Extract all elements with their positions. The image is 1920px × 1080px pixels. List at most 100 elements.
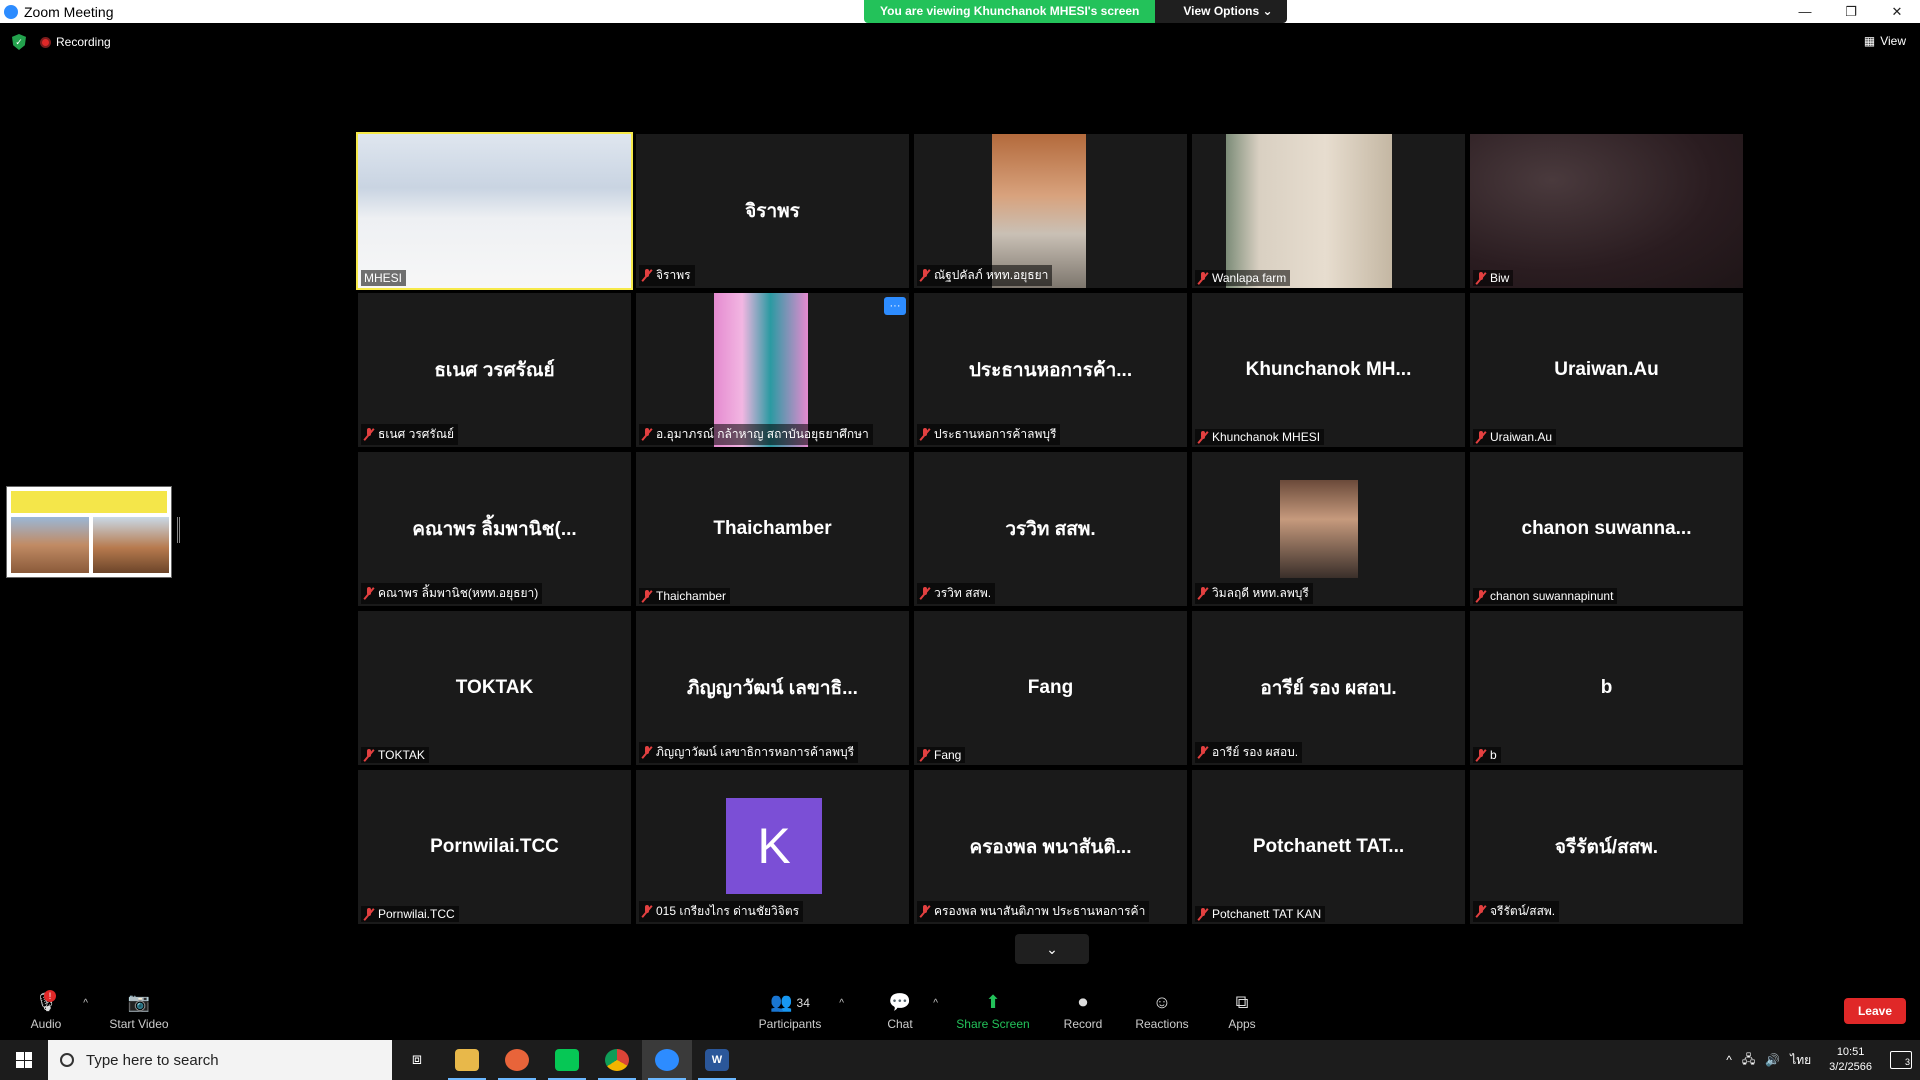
participant-name-label: Wanlapa farm: [1195, 270, 1291, 286]
participant-name: อารีย์ รอง ผสอบ.: [1212, 745, 1299, 759]
next-page-button[interactable]: ⌄: [1015, 934, 1089, 964]
chat-button[interactable]: 💬 Chat ^: [880, 982, 938, 1040]
taskbar-line[interactable]: [542, 1040, 592, 1080]
window-title: Zoom Meeting: [24, 3, 114, 20]
meeting-toolbar: 🎙 ! Audio ^ 📷 Start Video 👥 34 Participan…: [0, 982, 1920, 1040]
restore-icon[interactable]: ❐: [1828, 0, 1874, 23]
meeting-status: ✓ Recording: [12, 34, 111, 50]
record-label: Record: [1063, 1016, 1103, 1031]
view-options-button[interactable]: View Options ⌄: [1155, 0, 1287, 23]
participant-name: ณัฐปคัลภ์ หทท.อยุธยา: [934, 268, 1049, 282]
participant-tile[interactable]: Khunchanok MH... Khunchanok MHESI: [1192, 293, 1465, 447]
audio-caret-icon[interactable]: ^: [83, 998, 88, 1009]
start-video-button[interactable]: 📷 Start Video: [104, 982, 174, 1040]
muted-mic-icon: [364, 428, 374, 441]
participant-tile[interactable]: วรวิท สสพ. วรวิท สสพ.: [914, 452, 1187, 606]
participant-display-name: TOKTAK: [455, 677, 534, 698]
firefox-icon: [505, 1049, 529, 1071]
chat-label: Chat: [887, 1016, 913, 1031]
muted-mic-icon: [1198, 907, 1208, 921]
participant-tile[interactable]: อารีย์ รอง ผสอบ. อารีย์ รอง ผสอบ.: [1192, 611, 1465, 765]
participant-tile[interactable]: ประธานหอการค้า... ประธานหอการค้าลพบุรี: [914, 293, 1187, 447]
participant-tile[interactable]: จรีรัตน์/สสพ. จรีรัตน์/สสพ.: [1470, 770, 1743, 924]
participant-name-label: b: [1473, 747, 1501, 763]
leave-button[interactable]: Leave: [1843, 998, 1906, 1024]
zoom-logo-icon: [4, 4, 18, 19]
participant-name: TOKTAK: [378, 748, 425, 762]
taskbar-firefox[interactable]: [492, 1040, 542, 1080]
participant-name-label: จิราพร: [639, 265, 695, 286]
participant-tile[interactable]: จิราพร จิราพร: [636, 134, 909, 288]
participant-name-label: Uraiwan.Au: [1473, 429, 1557, 445]
participants-caret-icon[interactable]: ^: [839, 998, 844, 1009]
language-indicator[interactable]: ไทย: [1790, 1051, 1811, 1070]
muted-mic-icon: [920, 269, 930, 282]
taskbar-search[interactable]: Type here to search: [48, 1040, 392, 1080]
minimize-icon[interactable]: —: [1782, 0, 1828, 23]
taskbar-zoom[interactable]: [642, 1040, 692, 1080]
search-icon: [60, 1053, 74, 1067]
taskbar-chrome[interactable]: [592, 1040, 642, 1080]
participant-tile[interactable]: Biw: [1470, 134, 1743, 288]
participant-tile[interactable]: ครองพล พนาสันติ... ครองพล พนาสันติภาพ ประ…: [914, 770, 1187, 924]
participant-tile[interactable]: Fang Fang: [914, 611, 1187, 765]
taskbar-word[interactable]: W: [692, 1040, 742, 1080]
participant-tile[interactable]: ภิญญาวัฒน์ เลขาธิ... ภิญญาวัฒน์ เลขาธิการ…: [636, 611, 909, 765]
participant-name: วิมลฤดี หทท.ลพบุรี: [1212, 586, 1309, 600]
reactions-icon: ☺: [1152, 992, 1172, 1012]
participant-tile[interactable]: Wanlapa farm: [1192, 134, 1465, 288]
participant-video: [1280, 480, 1358, 578]
taskbar-file-explorer[interactable]: [442, 1040, 492, 1080]
participant-tile[interactable]: ธเนศ วรศรัณย์ ธเนศ วรศรัณย์: [358, 293, 631, 447]
shared-screen-thumbnail[interactable]: [6, 486, 172, 578]
participant-tile[interactable]: bb: [1470, 611, 1743, 765]
chat-caret-icon[interactable]: ^: [933, 998, 938, 1009]
participant-name-label: คณาพร ลิ้มพานิช(หทท.อยุธยา): [361, 583, 543, 604]
muted-mic-icon: [364, 748, 374, 762]
recording-indicator[interactable]: Recording: [40, 35, 111, 49]
participant-tile[interactable]: วิมลฤดี หทท.ลพบุรี: [1192, 452, 1465, 606]
volume-icon[interactable]: 🔊: [1765, 1053, 1780, 1067]
view-button[interactable]: ▦ View: [1864, 34, 1906, 48]
task-view-button[interactable]: ⧈: [392, 1040, 442, 1080]
participant-video: [1226, 134, 1392, 288]
participant-name-label: Pornwilai.TCC: [361, 906, 459, 922]
clock[interactable]: 10:51 3/2/2566: [1829, 1045, 1872, 1075]
network-icon[interactable]: 🖧: [1742, 1050, 1755, 1071]
more-options-button[interactable]: ···: [884, 297, 906, 315]
participant-tile[interactable]: Thaichamber Thaichamber: [636, 452, 909, 606]
chevron-down-icon: ⌄: [1046, 940, 1058, 957]
participant-name-label: อารีย์ รอง ผสอบ.: [1195, 742, 1303, 763]
reactions-button[interactable]: ☺ Reactions: [1134, 982, 1190, 1040]
share-screen-button[interactable]: ⬆ Share Screen: [954, 982, 1032, 1040]
participant-name: Thaichamber: [656, 589, 727, 603]
participant-tile[interactable]: ··· อ.อุมาภรณ์ กล้าหาญ สถาบันอยุธยาศึกษา: [636, 293, 909, 447]
tray-overflow-icon[interactable]: ^: [1726, 1053, 1732, 1067]
notification-center-icon[interactable]: 3: [1890, 1051, 1912, 1069]
participant-tile[interactable]: ณัฐปคัลภ์ หทท.อยุธยา: [914, 134, 1187, 288]
participants-button[interactable]: 👥 34 Participants ^: [754, 982, 844, 1040]
participants-count: 34: [796, 995, 810, 1010]
participant-tile[interactable]: MHESI: [356, 132, 633, 290]
participant-name: Wanlapa farm: [1212, 271, 1287, 285]
participant-name-label: MHESI: [361, 270, 407, 286]
start-button[interactable]: [0, 1040, 48, 1080]
thumbnail-resize-handle[interactable]: [177, 517, 180, 543]
participant-name: Biw: [1490, 271, 1510, 285]
audio-button[interactable]: 🎙 ! Audio ^: [22, 982, 88, 1040]
close-icon[interactable]: ✕: [1874, 0, 1920, 23]
record-button[interactable]: ⏺ Record: [1060, 982, 1106, 1040]
participant-tile[interactable]: K 015 เกรียงไกร ด่านชัยวิจิตร: [636, 770, 909, 924]
participant-tile[interactable]: chanon suwanna... chanon suwannapinunt: [1470, 452, 1743, 606]
participant-tile[interactable]: Uraiwan.Au Uraiwan.Au: [1470, 293, 1743, 447]
muted-mic-icon: [1476, 748, 1486, 762]
muted-mic-icon: [642, 269, 652, 282]
apps-button[interactable]: ⧉ Apps: [1226, 982, 1258, 1040]
participant-tile[interactable]: TOKTAK TOKTAK: [358, 611, 631, 765]
security-shield-icon[interactable]: ✓: [12, 34, 26, 50]
participant-tile[interactable]: Potchanett TAT... Potchanett TAT KAN: [1192, 770, 1465, 924]
participant-name: ธเนศ วรศรัณย์: [378, 427, 454, 441]
participant-tile[interactable]: คณาพร ลิ้มพานิช(... คณาพร ลิ้มพานิช(หทท.อ…: [358, 452, 631, 606]
muted-mic-icon: [642, 746, 652, 759]
participant-tile[interactable]: Pornwilai.TCC Pornwilai.TCC: [358, 770, 631, 924]
